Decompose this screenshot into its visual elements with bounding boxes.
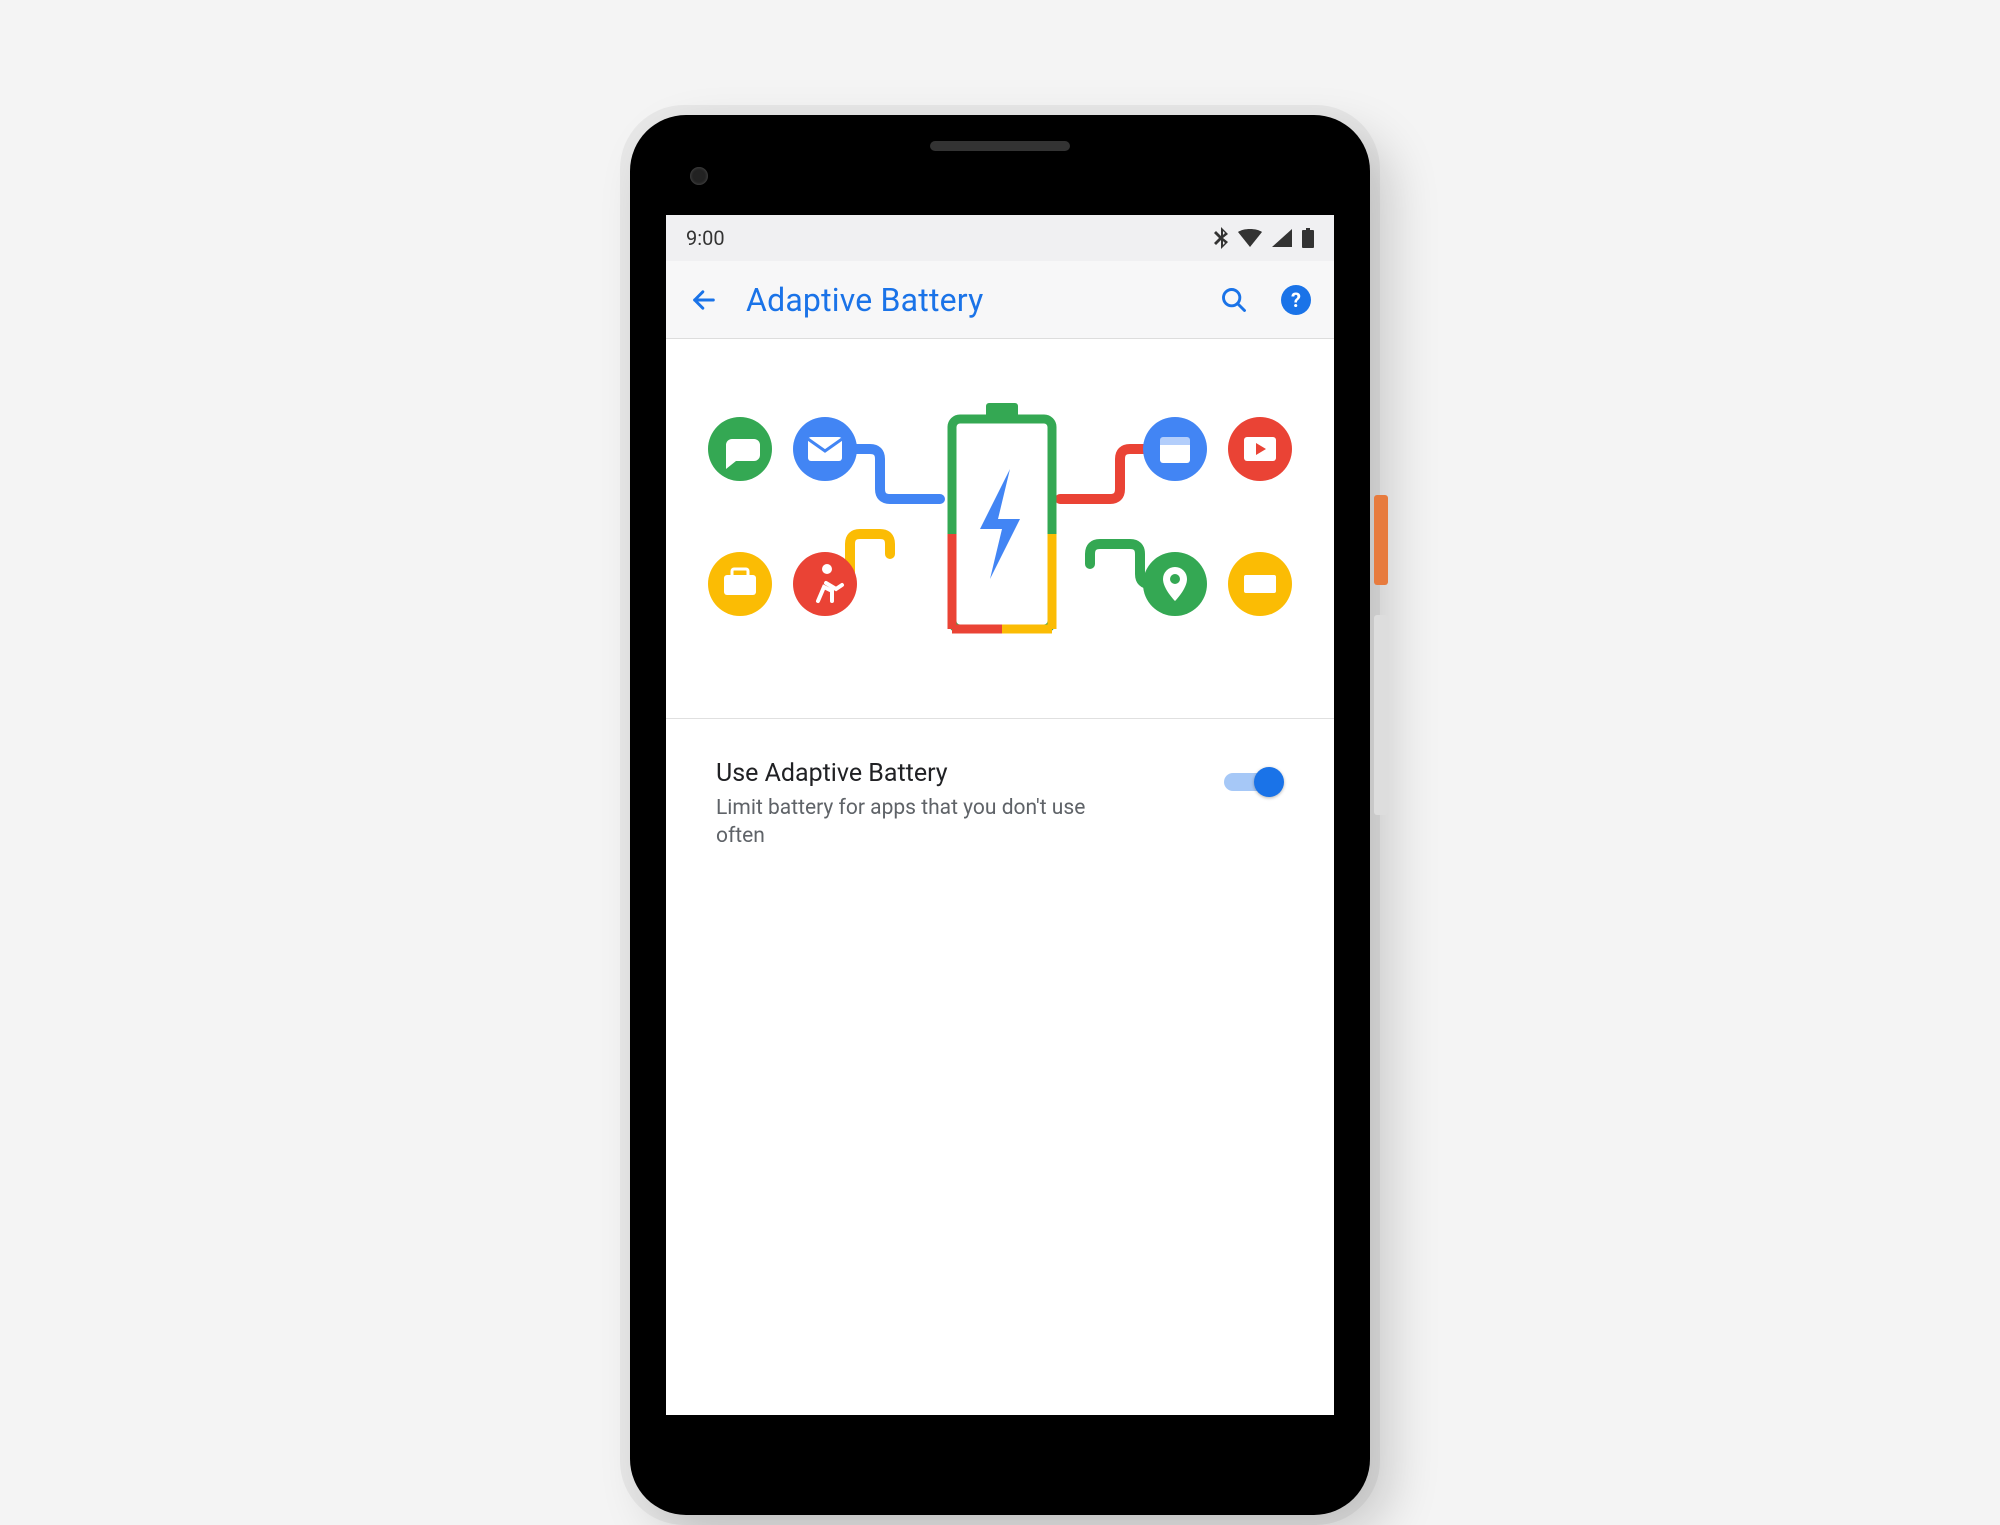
setting-title: Use Adaptive Battery — [716, 759, 1194, 788]
back-button[interactable] — [684, 280, 724, 320]
help-icon: ? — [1281, 285, 1311, 315]
search-icon — [1220, 286, 1248, 314]
battery-apps-illustration — [690, 379, 1310, 679]
arrow-left-icon — [690, 286, 718, 314]
app-mail-icon — [793, 417, 857, 481]
phone-screen: 9:00 — [666, 215, 1334, 1415]
app-activity-icon — [793, 552, 857, 616]
page-title: Adaptive Battery — [746, 281, 1192, 319]
status-icons — [1214, 227, 1314, 249]
help-button[interactable]: ? — [1276, 280, 1316, 320]
phone-frame: 9:00 — [630, 115, 1370, 1515]
wifi-icon — [1238, 229, 1262, 247]
phone-volume-button — [1374, 615, 1388, 815]
hero-illustration — [666, 339, 1334, 719]
phone-speaker — [930, 141, 1070, 151]
app-bar: Adaptive Battery ? — [666, 261, 1334, 339]
setting-description: Limit battery for apps that you don't us… — [716, 794, 1136, 851]
setting-text: Use Adaptive Battery Limit battery for a… — [716, 759, 1194, 851]
status-time: 9:00 — [686, 226, 725, 250]
bluetooth-icon — [1214, 227, 1228, 249]
toggle-thumb — [1254, 767, 1284, 797]
app-messages-icon — [708, 417, 772, 481]
cell-signal-icon — [1272, 229, 1292, 247]
phone-front-camera — [690, 167, 708, 185]
adaptive-battery-toggle[interactable] — [1224, 765, 1284, 799]
app-location-icon — [1143, 552, 1207, 616]
search-button[interactable] — [1214, 280, 1254, 320]
app-briefcase-icon — [708, 552, 772, 616]
app-ticket-icon — [1228, 552, 1292, 616]
phone-stage: 9:00 — [630, 115, 1370, 1515]
phone-power-button — [1374, 495, 1388, 585]
battery-icon — [1302, 228, 1314, 248]
status-bar: 9:00 — [666, 215, 1334, 261]
app-video-icon — [1228, 417, 1292, 481]
adaptive-battery-setting[interactable]: Use Adaptive Battery Limit battery for a… — [666, 719, 1334, 891]
app-calendar-icon — [1143, 417, 1207, 481]
